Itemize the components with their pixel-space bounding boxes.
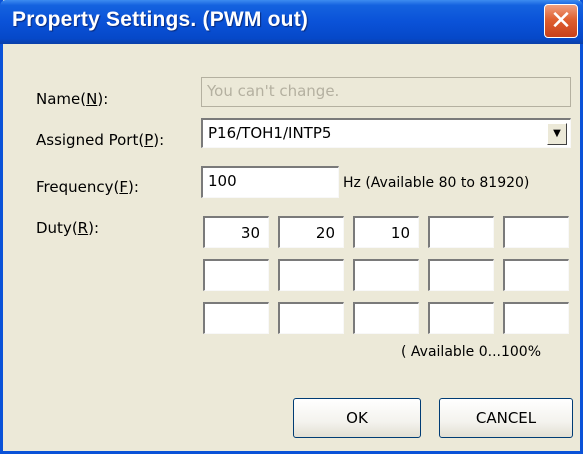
chevron-down-icon: ▼ xyxy=(553,128,561,139)
duty-cell[interactable] xyxy=(353,259,419,291)
duty-cell[interactable] xyxy=(278,259,344,291)
assigned-port-select[interactable]: P16/TOH1/INTP5 ▼ xyxy=(201,118,571,148)
duty-cell[interactable] xyxy=(428,216,494,248)
cancel-button[interactable]: CANCEL xyxy=(439,398,573,438)
assigned-port-value: P16/TOH1/INTP5 xyxy=(208,124,332,142)
duty-cell[interactable] xyxy=(503,302,569,334)
duty-cell[interactable]: 20 xyxy=(278,216,344,248)
duty-range-hint: ( Available 0...100% xyxy=(401,344,542,360)
frequency-label: Frequency(F): xyxy=(36,178,139,196)
duty-cell[interactable] xyxy=(428,302,494,334)
assigned-port-label: Assigned Port(P): xyxy=(36,131,165,149)
frequency-input[interactable]: 100 xyxy=(201,166,339,198)
frequency-range-hint: Hz (Available 80 to 81920) xyxy=(343,175,530,191)
name-label: Name(N): xyxy=(36,90,109,108)
ok-button[interactable]: OK xyxy=(293,398,421,438)
close-button[interactable]: ✕ xyxy=(544,4,578,38)
duty-cell[interactable] xyxy=(503,259,569,291)
window-title: Property Settings. (PWM out) xyxy=(12,8,309,31)
title-bar[interactable]: Property Settings. (PWM out) ✕ xyxy=(0,0,583,44)
name-field: You can't change. xyxy=(201,77,571,107)
duty-label: Duty(R): xyxy=(36,219,100,237)
dropdown-button[interactable]: ▼ xyxy=(547,123,567,145)
duty-cell[interactable]: 30 xyxy=(203,216,269,248)
duty-cell[interactable] xyxy=(203,302,269,334)
duty-cell[interactable] xyxy=(203,259,269,291)
duty-cell[interactable] xyxy=(428,259,494,291)
property-settings-dialog: Property Settings. (PWM out) ✕ Name(N): … xyxy=(0,0,583,454)
duty-cell[interactable] xyxy=(353,302,419,334)
duty-cell[interactable] xyxy=(278,302,344,334)
close-icon: ✕ xyxy=(550,6,572,36)
duty-cell[interactable]: 10 xyxy=(353,216,419,248)
duty-cell[interactable] xyxy=(503,216,569,248)
